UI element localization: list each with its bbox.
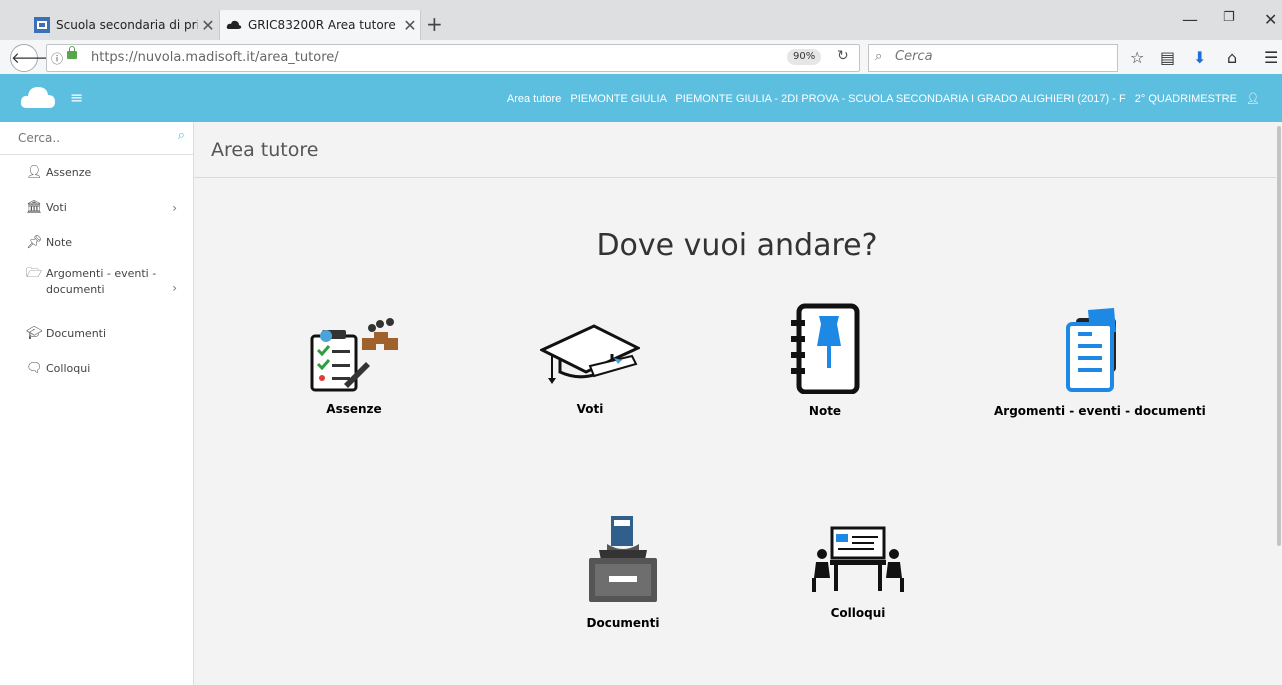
graduation-cap-icon <box>540 324 640 384</box>
lock-icon <box>67 46 77 59</box>
attendance-icon <box>310 318 398 392</box>
browser-tab-school[interactable]: Scuola secondaria di primo g ✕ <box>28 10 218 40</box>
browser-search-box[interactable]: ⌕ <box>868 44 1118 72</box>
sidebar-item-assenze[interactable]: 👤︎ Assenze <box>0 155 193 190</box>
chevron-right-icon: › <box>172 200 177 215</box>
cloud-favicon-icon <box>226 20 242 29</box>
sidebar-search-input[interactable] <box>16 130 170 146</box>
bank-icon: 🏛︎ <box>26 200 43 215</box>
user-icon: 👤︎ <box>26 165 43 180</box>
search-icon[interactable]: ⌕ <box>178 128 185 143</box>
header-area[interactable]: Area tutore <box>507 93 561 105</box>
sidebar-item-note[interactable]: 📌︎ Note <box>0 225 193 260</box>
sidebar-item-label: Assenze <box>46 166 92 179</box>
main-panel: Area tutore Dove vuoi andare? Assenze Vo… <box>194 122 1276 685</box>
sidebar-item-documenti[interactable]: 🎓︎ Documenti <box>0 316 193 351</box>
pushpin-icon: 📌︎ <box>26 235 43 250</box>
tile-note[interactable]: Note <box>725 302 925 418</box>
document-event-icon <box>1066 308 1116 392</box>
cloud-logo-icon[interactable] <box>20 84 56 110</box>
new-tab-button[interactable]: + <box>426 12 443 36</box>
folder-icon: 🗁︎ <box>26 266 43 281</box>
archive-box-icon <box>589 516 657 602</box>
chat-icon: 🗨︎ <box>26 361 43 376</box>
sidebar-item-label: Colloqui <box>46 362 91 375</box>
tile-label: Colloqui <box>830 606 886 620</box>
address-bar[interactable]: ⓘ https://nuvola.madisoft.it/area_tutore… <box>46 44 860 72</box>
browser-navigation-bar: 🡐 ⓘ https://nuvola.madisoft.it/area_tuto… <box>0 40 1282 75</box>
headline: Dove vuoi andare? <box>596 228 878 263</box>
tile-colloqui[interactable]: Colloqui <box>758 524 958 620</box>
sidebar-item-argomenti[interactable]: 🗁︎ Argomenti - eventi - documenti › <box>0 260 193 316</box>
close-tab-icon[interactable]: ✕ <box>198 16 218 35</box>
sidebar: ⌕ 👤︎ Assenze 🏛︎ Voti › 📌︎ Note 🗁︎ Argome… <box>0 122 194 685</box>
user-icon[interactable]: 👤︎ <box>1246 93 1260 105</box>
restore-icon[interactable]: ❐ <box>1223 10 1235 25</box>
back-button[interactable]: 🡐 <box>10 44 51 72</box>
home-icon[interactable]: ⌂ <box>1227 48 1237 67</box>
tile-label: Voti <box>576 402 604 416</box>
meeting-icon <box>812 526 904 592</box>
header-period[interactable]: 2° QUADRIMESTRE <box>1135 93 1237 105</box>
tile-assenze[interactable]: Assenze <box>254 318 454 416</box>
browser-menu-icon[interactable]: ☰ <box>1264 48 1278 67</box>
reload-icon[interactable]: ↻ <box>837 48 849 64</box>
divider <box>194 177 1276 178</box>
sidebar-item-label: Voti <box>46 201 67 214</box>
header-student[interactable]: PIEMONTE GIULIA <box>570 93 666 105</box>
hamburger-menu-icon[interactable]: ≡ <box>70 88 83 107</box>
sidebar-item-label: Note <box>46 236 73 249</box>
notebook-pin-icon <box>791 303 860 394</box>
sidebar-item-label: Argomenti - eventi - documenti <box>46 267 157 296</box>
minimize-icon[interactable]: — <box>1182 10 1198 29</box>
tab-title: GRIC83200R Area tutore <box>248 18 396 32</box>
sidebar-search: ⌕ <box>0 122 193 155</box>
graduation-cap-icon: 🎓︎ <box>26 326 43 341</box>
tile-argomenti[interactable]: Argomenti - eventi - documenti <box>994 302 1206 418</box>
tile-label: Assenze <box>326 402 382 416</box>
bookmark-star-icon[interactable]: ☆ <box>1130 48 1144 67</box>
header-context-info: Area tutore PIEMONTE GIULIA PIEMONTE GIU… <box>501 92 1260 105</box>
info-icon[interactable]: ⓘ <box>51 50 63 67</box>
page-title: Area tutore <box>211 139 319 161</box>
browser-tab-area-tutore[interactable]: GRIC83200R Area tutore ✕ <box>219 10 421 40</box>
browser-search-input[interactable] <box>893 48 1097 65</box>
reading-list-icon[interactable]: ▤ <box>1160 48 1175 67</box>
school-favicon-icon <box>34 17 50 33</box>
header-class[interactable]: PIEMONTE GIULIA - 2DI PROVA - SCUOLA SEC… <box>675 93 1125 105</box>
search-icon: ⌕ <box>875 49 883 64</box>
browser-tab-bar: Scuola secondaria di primo g ✕ GRIC83200… <box>0 0 1282 40</box>
tile-documenti[interactable]: Documenti <box>523 514 723 630</box>
url-text: https://nuvola.madisoft.it/area_tutore/ <box>91 50 339 65</box>
sidebar-item-label: Documenti <box>46 327 107 340</box>
app-header: ≡ Area tutore PIEMONTE GIULIA PIEMONTE G… <box>0 74 1282 122</box>
tab-title: Scuola secondaria di primo g <box>56 18 198 32</box>
close-tab-icon[interactable]: ✕ <box>400 16 420 35</box>
tile-label: Documenti <box>586 616 660 630</box>
zoom-indicator[interactable]: 90% <box>787 49 822 65</box>
sidebar-item-voti[interactable]: 🏛︎ Voti › <box>0 190 193 225</box>
tile-voti[interactable]: Voti <box>490 318 690 416</box>
tile-label: Argomenti - eventi - documenti <box>994 404 1206 418</box>
close-window-icon[interactable]: ✕ <box>1264 10 1277 29</box>
scrollbar[interactable] <box>1276 122 1282 685</box>
scrollbar-thumb[interactable] <box>1277 126 1281 546</box>
tile-label: Note <box>808 404 842 418</box>
sidebar-item-colloqui[interactable]: 🗨︎ Colloqui <box>0 351 193 386</box>
chevron-right-icon: › <box>172 281 177 295</box>
download-icon[interactable]: ⬇ <box>1193 48 1206 67</box>
